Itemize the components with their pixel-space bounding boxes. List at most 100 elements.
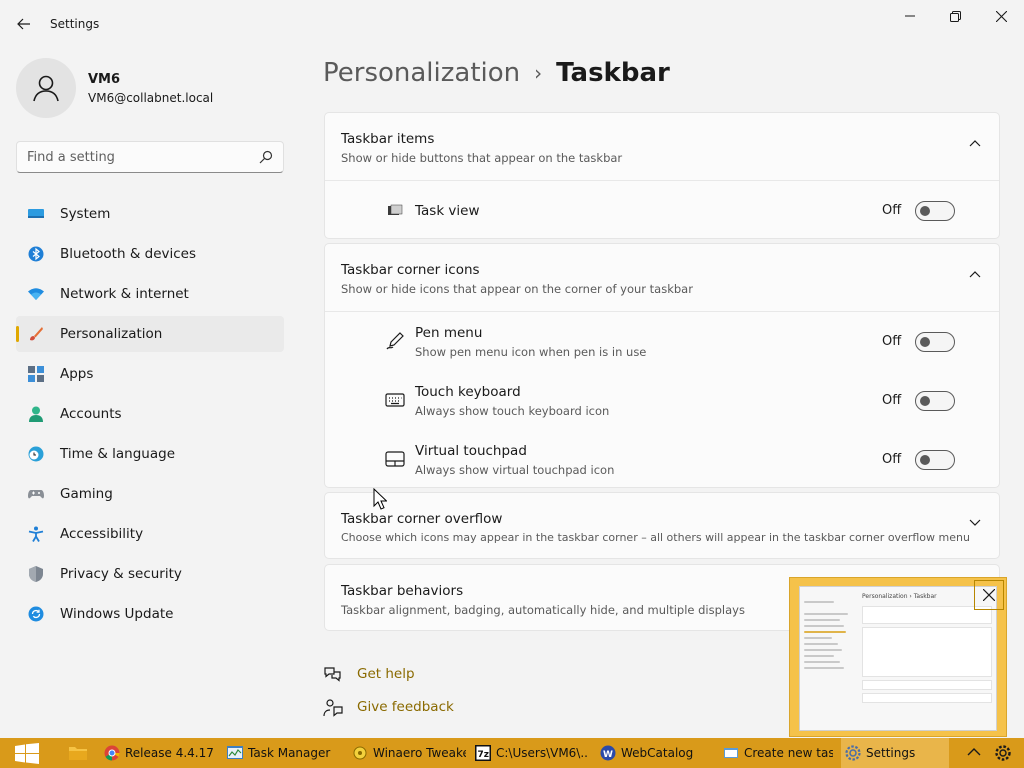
mini-card (862, 680, 992, 690)
sidebar-item-personalization[interactable]: Personalization (16, 316, 284, 352)
close-button[interactable] (978, 0, 1024, 32)
feedback-icon (323, 699, 343, 717)
svg-text:W: W (603, 750, 613, 760)
task-view-icon (388, 204, 403, 215)
update-icon (28, 606, 44, 622)
virtual-touchpad-toggle[interactable] (915, 450, 955, 470)
sidebar-item-time-language[interactable]: Time & language (16, 436, 284, 472)
mini-card (862, 627, 992, 677)
taskbar-item-create-new-task[interactable]: Create new task (723, 738, 833, 768)
toggle-knob (920, 206, 930, 216)
section-header-taskbar-items[interactable]: Taskbar items Show or hide buttons that … (325, 113, 999, 180)
get-help-link[interactable]: Get help (323, 663, 415, 687)
search-box[interactable] (16, 141, 284, 173)
section-title: Taskbar items (341, 131, 435, 147)
app-title: Settings (50, 17, 100, 31)
page-title: Taskbar (556, 58, 670, 88)
taskbar-item-label: Task Manager (248, 746, 331, 760)
sidebar-item-label: Personalization (60, 326, 163, 342)
taskbar-item-label: Release 4.4.170... (125, 746, 214, 760)
accessibility-icon (28, 526, 44, 542)
avatar[interactable] (16, 58, 76, 118)
setting-description: Always show virtual touchpad icon (415, 463, 615, 477)
sidebar-item-apps[interactable]: Apps (16, 356, 284, 392)
toggle-knob (920, 455, 930, 465)
chevron-up-icon[interactable] (967, 747, 981, 757)
sidebar-item-privacy-security[interactable]: Privacy & security (16, 556, 284, 592)
give-feedback-link[interactable]: Give feedback (323, 696, 454, 720)
section-subtitle: Show or hide icons that appear on the co… (341, 282, 693, 296)
taskbar-item-webcatalog[interactable]: W WebCatalog (600, 738, 710, 768)
sidebar-item-label: Network & internet (60, 286, 189, 302)
taskbar-item-winaero-tweaker[interactable]: Winaero Tweaker (352, 738, 466, 768)
windows-start-icon[interactable] (15, 743, 39, 764)
taskbar-item-7zip[interactable]: 7z C:\Users\VM6\... (475, 738, 587, 768)
setting-row-touch-keyboard: Touch keyboard Always show touch keyboar… (325, 371, 999, 430)
toggle-knob (920, 396, 930, 406)
person-icon (29, 406, 43, 422)
sidebar-item-gaming[interactable]: Gaming (16, 476, 284, 512)
winaero-icon (353, 746, 367, 760)
webcatalog-icon: W (600, 745, 616, 761)
chevron-up-icon[interactable] (969, 139, 981, 147)
thumbnail-window-preview[interactable]: Personalization › Taskbar (799, 586, 997, 731)
taskbar-item-label: Winaero Tweaker (373, 746, 466, 760)
setting-title: Touch keyboard (415, 384, 521, 400)
toggle-state-label: Off (882, 203, 902, 218)
setting-description: Always show touch keyboard icon (415, 404, 610, 418)
setting-title: Virtual touchpad (415, 443, 527, 459)
sidebar-item-accessibility[interactable]: Accessibility (16, 516, 284, 552)
taskbar-item-label: C:\Users\VM6\... (496, 746, 587, 760)
taskbar-item-label: WebCatalog (621, 746, 694, 760)
taskbar-item-label: Create new task (744, 746, 833, 760)
sidebar-item-windows-update[interactable]: Windows Update (16, 596, 284, 632)
back-button[interactable] (8, 8, 40, 40)
help-icon (324, 667, 341, 682)
touchpad-icon (385, 451, 405, 467)
breadcrumb: Personalization › Taskbar (323, 58, 670, 88)
mini-line (804, 661, 840, 663)
toggle-state-label: Off (882, 393, 902, 408)
sidebar-item-label: Time & language (60, 446, 176, 462)
touch-keyboard-toggle[interactable] (915, 391, 955, 411)
sidebar-item-system[interactable]: System (16, 196, 284, 232)
taskbar-thumbnail-preview[interactable]: Personalization › Taskbar (789, 577, 1007, 737)
person-icon (33, 75, 59, 102)
settings-icon (845, 745, 861, 761)
sidebar-item-network[interactable]: Network & internet (16, 276, 284, 312)
get-help-label[interactable]: Get help (357, 666, 415, 682)
taskbar-item-label: Settings (866, 746, 916, 760)
taskbar-item-task-manager[interactable]: Task Manager (227, 738, 337, 768)
mini-line (804, 613, 848, 615)
breadcrumb-parent[interactable]: Personalization (323, 58, 520, 88)
mini-line (804, 655, 834, 657)
section-taskbar-corner-icons: Taskbar corner icons Show or hide icons … (324, 243, 1000, 488)
section-header-taskbar-corner-overflow[interactable]: Taskbar corner overflow Choose which ico… (325, 493, 999, 560)
user-email: VM6@collabnet.local (88, 91, 214, 105)
file-explorer-icon[interactable] (69, 745, 87, 761)
search-input[interactable] (17, 142, 247, 172)
chevron-up-icon[interactable] (969, 270, 981, 278)
section-header-taskbar-corner-icons[interactable]: Taskbar corner icons Show or hide icons … (325, 244, 999, 311)
wifi-icon (28, 288, 44, 300)
sidebar-item-label: Bluetooth & devices (60, 246, 197, 262)
mini-line (804, 631, 846, 633)
gear-icon[interactable] (994, 744, 1012, 762)
minimize-button[interactable] (887, 0, 933, 32)
sidebar-item-accounts[interactable]: Accounts (16, 396, 284, 432)
search-icon[interactable] (259, 150, 273, 164)
pen-menu-toggle[interactable] (915, 332, 955, 352)
thumbnail-close-button[interactable] (974, 580, 1004, 610)
breadcrumb-separator: › (534, 61, 543, 85)
taskbar-item-chrome[interactable]: Release 4.4.170... (104, 738, 214, 768)
sidebar-item-bluetooth[interactable]: Bluetooth & devices (16, 236, 284, 272)
section-taskbar-corner-overflow[interactable]: Taskbar corner overflow Choose which ico… (324, 492, 1000, 559)
restore-icon (949, 10, 961, 22)
section-subtitle: Choose which icons may appear in the tas… (341, 531, 970, 544)
taskbar-item-settings[interactable]: Settings (841, 738, 949, 768)
maximize-button[interactable] (932, 0, 978, 32)
shield-icon (29, 566, 43, 582)
task-view-toggle[interactable] (915, 201, 955, 221)
chevron-down-icon[interactable] (969, 519, 981, 527)
give-feedback-label[interactable]: Give feedback (357, 699, 454, 715)
